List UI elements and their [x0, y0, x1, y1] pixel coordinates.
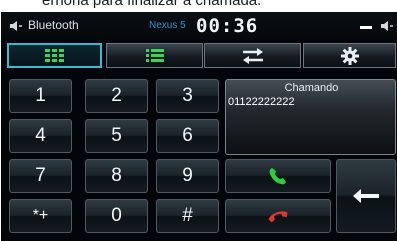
key-1[interactable]: 1: [9, 79, 72, 113]
key-9[interactable]: 9: [156, 159, 219, 193]
tab-bar: [1, 40, 397, 72]
settings-gear-icon: [340, 46, 359, 65]
document-caption: ernona para finalizar a chamada.: [0, 0, 397, 12]
key-5[interactable]: 5: [85, 119, 148, 153]
key-6[interactable]: 6: [156, 119, 219, 153]
key-4[interactable]: 4: [9, 119, 72, 153]
call-timer: 00:36: [196, 15, 259, 37]
call-status-label: Chamando: [284, 82, 339, 94]
dialed-number: 01122222222: [228, 96, 295, 108]
speaker-icon: [10, 21, 22, 31]
key-3[interactable]: 3: [156, 79, 219, 113]
phone-hangup-icon: [268, 211, 288, 223]
key-7[interactable]: 7: [9, 159, 72, 193]
connected-device-name: Nexus 5: [149, 20, 186, 31]
tab-keypad[interactable]: [7, 43, 102, 68]
phone-answer-icon: [269, 168, 286, 185]
tab-contacts[interactable]: [106, 43, 203, 68]
backspace-button[interactable]: [336, 159, 396, 233]
key-8[interactable]: 8: [85, 159, 148, 193]
key-0[interactable]: 0: [85, 199, 148, 233]
caption-text: ernona para finalizar a chamada.: [42, 0, 262, 9]
key-2[interactable]: 2: [85, 79, 148, 113]
app-title: Bluetooth: [28, 18, 79, 32]
call-display: Chamando 01122222222: [225, 79, 396, 155]
transfer-icon: [242, 47, 263, 64]
end-call-button[interactable]: [225, 199, 331, 233]
minimize-icon[interactable]: [360, 26, 372, 29]
backspace-arrow-icon: [353, 189, 379, 203]
answer-call-button[interactable]: [225, 159, 331, 193]
tab-transfer[interactable]: [204, 43, 301, 68]
key-hash[interactable]: #: [156, 199, 219, 233]
head-unit-screen: Bluetooth Nexus 5 00:36 1 2 3 4 5 6 7 8 …: [1, 12, 397, 241]
tab-settings[interactable]: [303, 43, 396, 68]
status-bar: Bluetooth Nexus 5 00:36: [1, 12, 397, 40]
contact-list-icon: [145, 48, 164, 62]
volume-icon[interactable]: [380, 19, 394, 33]
keypad-grid-icon: [44, 48, 64, 62]
key-star-plus[interactable]: *+: [9, 199, 72, 233]
